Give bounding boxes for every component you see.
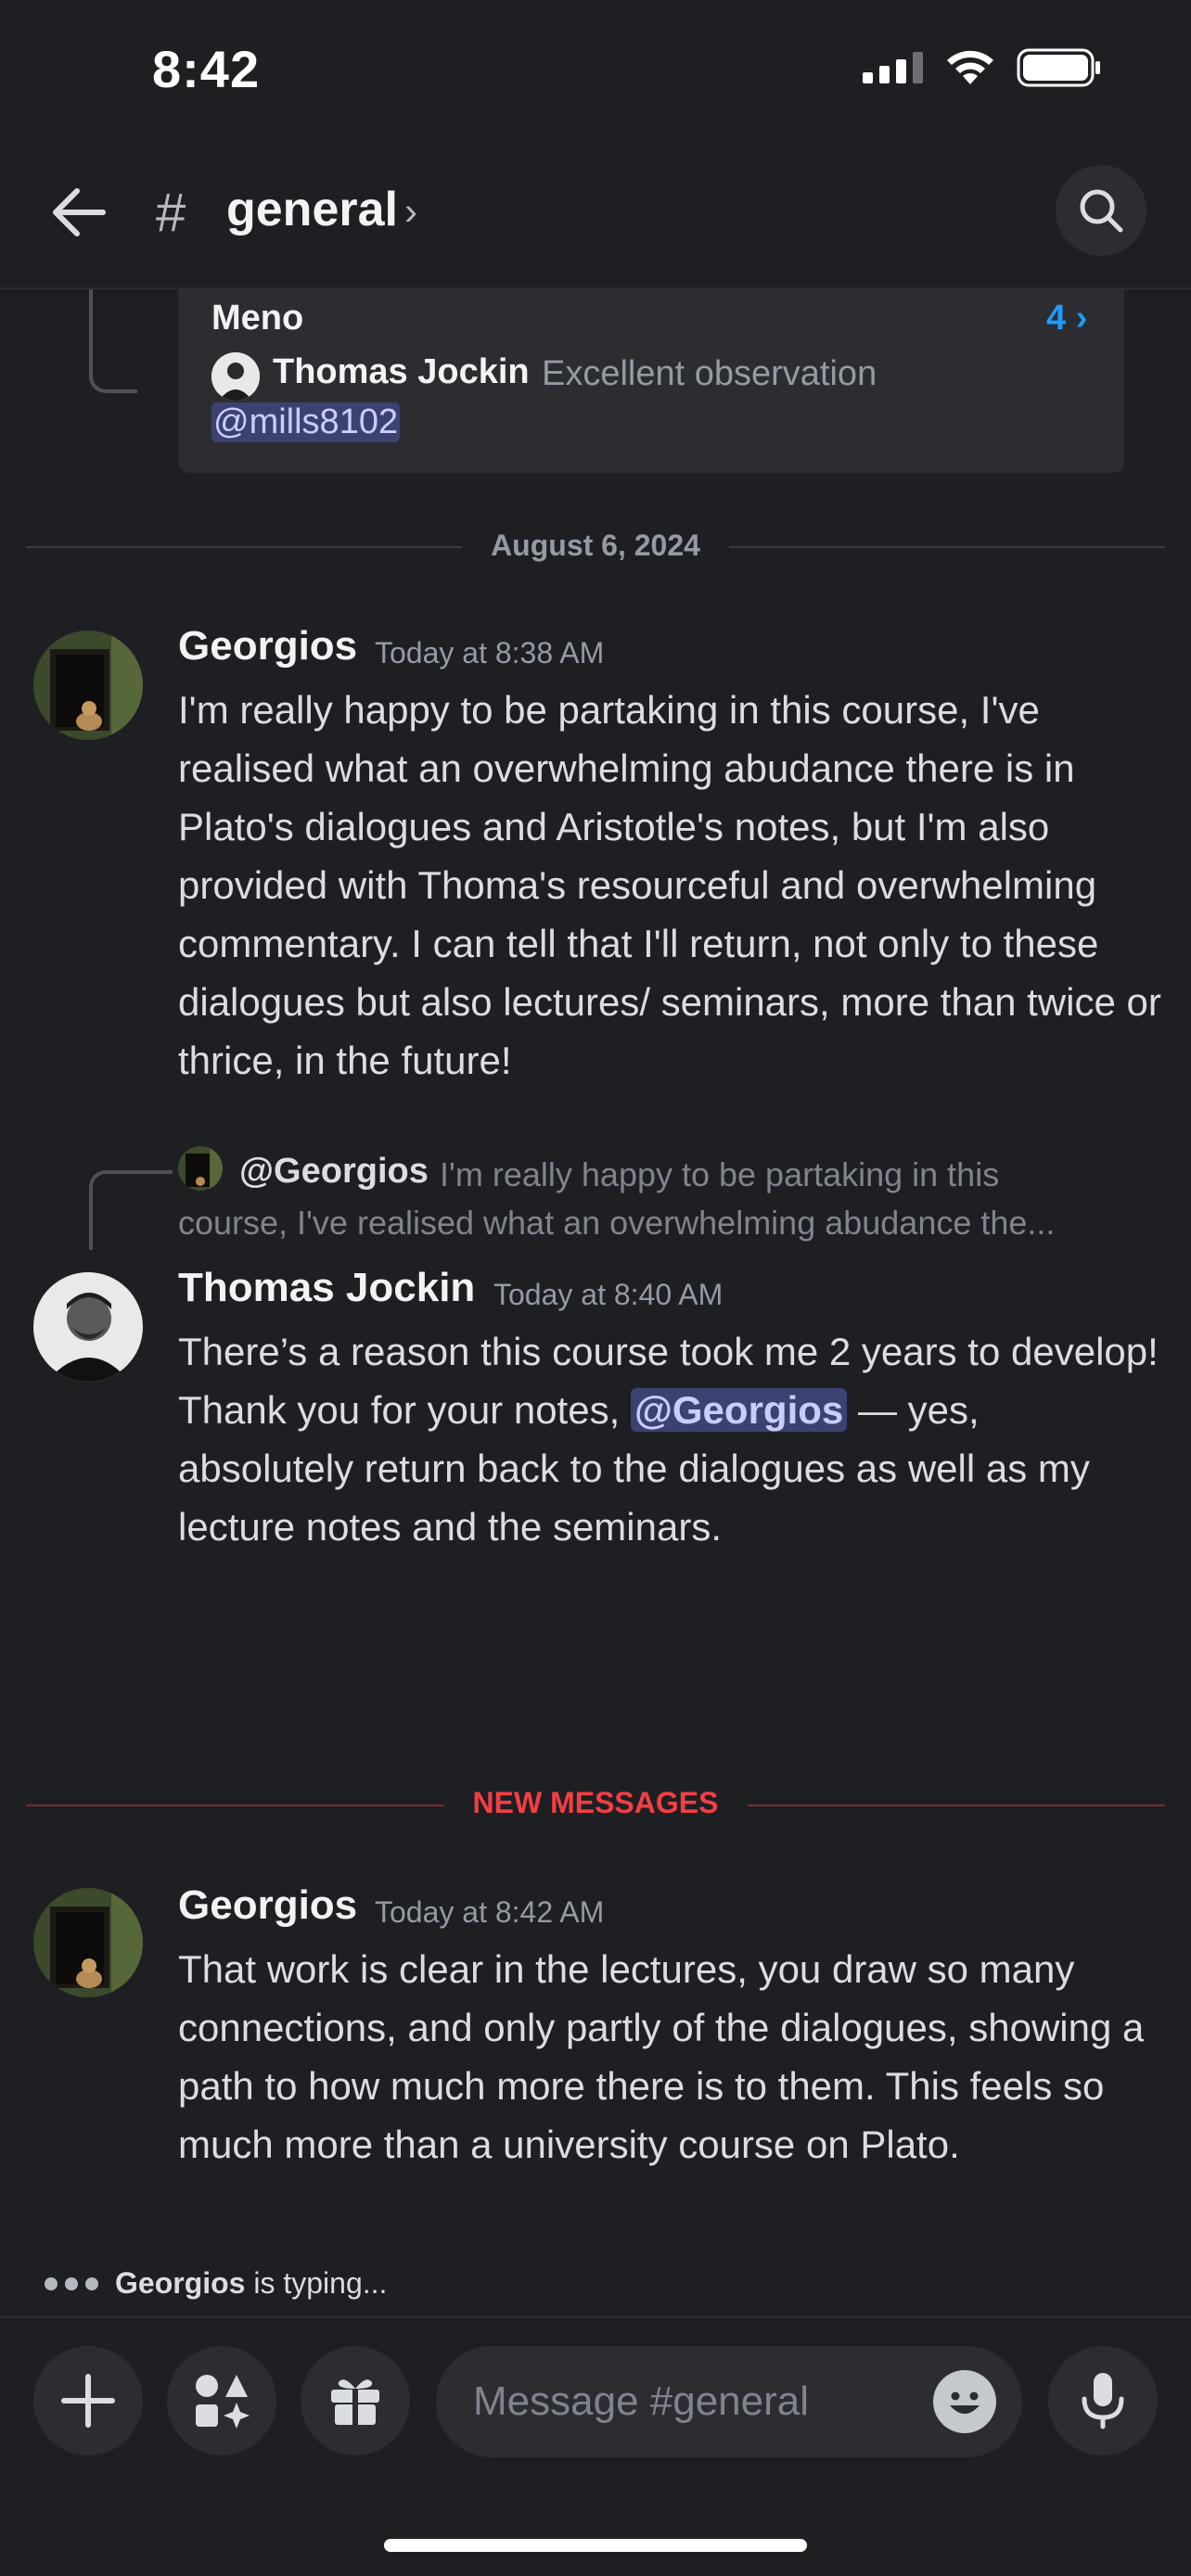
- reply-preview[interactable]: I'm really happy to be partaking in this: [440, 1155, 999, 1194]
- gift-icon: [331, 2379, 379, 2425]
- message-text: There’s a reason this course took me 2 y…: [178, 1322, 1161, 1556]
- emoji-icon: [935, 2372, 994, 2431]
- apps-icon: [196, 2375, 250, 2429]
- avatar: [211, 352, 260, 401]
- message-author[interactable]: Georgios: [178, 1882, 357, 1929]
- reply-author[interactable]: @Georgios: [239, 1152, 429, 1192]
- avatar[interactable]: [33, 1272, 143, 1382]
- search-icon: [1080, 189, 1123, 233]
- channel-hash-icon: #: [156, 183, 186, 243]
- composer-divider: [0, 2316, 1191, 2318]
- voice-message-button[interactable]: [1048, 2346, 1158, 2455]
- message-author[interactable]: Georgios: [178, 623, 357, 670]
- battery-icon: [1017, 48, 1100, 87]
- arrow-left-icon: [53, 188, 106, 236]
- emoji-button[interactable]: [933, 2370, 996, 2433]
- date-divider-line: [729, 546, 1165, 548]
- avatar: [178, 1146, 223, 1191]
- home-indicator: [384, 2539, 807, 2552]
- apps-button[interactable]: [167, 2346, 276, 2455]
- message-input[interactable]: [473, 2346, 909, 2457]
- thread-message-count[interactable]: 4 ›: [1046, 299, 1087, 338]
- status-icons: [863, 48, 1102, 87]
- avatar[interactable]: [33, 631, 143, 740]
- add-attachment-button[interactable]: [33, 2346, 143, 2455]
- new-messages-line: [748, 1804, 1165, 1806]
- thread-connector: [89, 289, 137, 393]
- message-author[interactable]: Thomas Jockin: [178, 1265, 475, 1311]
- status-time: 8:42: [152, 40, 261, 98]
- thread-author: Thomas Jockin: [273, 352, 530, 391]
- reply-preview[interactable]: course, I've realised what an overwhelmi…: [178, 1204, 1055, 1243]
- search-button[interactable]: [1056, 165, 1146, 256]
- cellular-signal-icon: [863, 52, 923, 83]
- gift-button[interactable]: [301, 2346, 410, 2455]
- new-messages-divider: NEW MESSAGES: [472, 1786, 719, 1819]
- mention[interactable]: @Georgios: [630, 1388, 848, 1432]
- chevron-right-icon[interactable]: ›: [404, 189, 417, 234]
- message-timestamp: Today at 8:42 AM: [375, 1895, 605, 1929]
- thread-preview: Excellent observation: [542, 354, 877, 393]
- back-button[interactable]: [46, 180, 111, 245]
- mention[interactable]: @mills8102: [211, 402, 401, 442]
- message-text: That work is clear in the lectures, you …: [178, 1947, 1145, 2166]
- channel-title[interactable]: general: [226, 182, 398, 237]
- typing-user: Georgios: [115, 2266, 246, 2300]
- typing-suffix: is typing...: [253, 2266, 388, 2300]
- message-timestamp: Today at 8:40 AM: [493, 1278, 724, 1311]
- typing-indicator: Georgios is typing...: [45, 2266, 387, 2301]
- microphone-icon: [1082, 2373, 1124, 2429]
- plus-icon: [61, 2374, 115, 2428]
- wifi-icon: [947, 50, 993, 84]
- avatar[interactable]: [33, 1888, 143, 1997]
- reply-connector: [89, 1170, 173, 1250]
- message-timestamp: Today at 8:38 AM: [375, 636, 605, 670]
- thread-name[interactable]: Meno: [211, 299, 303, 338]
- typing-dots-icon: [45, 2276, 98, 2290]
- message-text: I'm really happy to be partaking in this…: [178, 688, 1161, 1082]
